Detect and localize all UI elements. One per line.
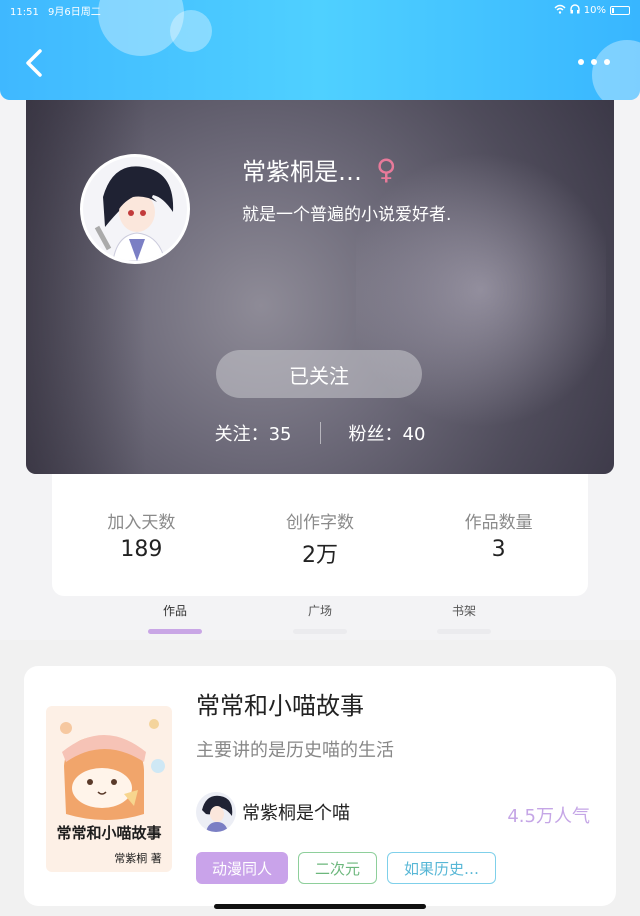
top-header: 11:51 9月6日周二 10% xyxy=(0,0,640,100)
chevron-left-icon xyxy=(26,49,42,77)
stats-card: 加入天数 189 创作字数 2万 作品数量 3 xyxy=(52,474,588,596)
battery-percent: 10% xyxy=(583,4,606,16)
dot-icon xyxy=(604,59,610,65)
book-cover[interactable]: 常常和小喵故事 常紫桐 著 xyxy=(46,706,172,872)
cover-signature-text: 常紫桐 著 xyxy=(114,851,162,865)
status-right: 10% xyxy=(554,3,630,17)
profile-name-row: 常紫桐是… ♀ xyxy=(242,152,397,187)
tab-indicator xyxy=(148,629,202,634)
following-label: 关注： xyxy=(214,424,269,445)
stat-label: 作品数量 xyxy=(464,513,533,533)
headphones-icon xyxy=(570,3,580,17)
stat-value: 3 xyxy=(491,537,506,562)
following-count: 35 xyxy=(268,424,292,445)
author-avatar xyxy=(196,792,236,832)
fans-stat[interactable]: 粉丝：40 xyxy=(349,420,426,446)
profile-name: 常紫桐是… xyxy=(242,158,362,186)
tab-indicator xyxy=(437,629,491,634)
book-author[interactable]: 常紫桐是个喵 xyxy=(196,792,350,832)
profile-bio: 就是一个普遍的小说爱好者. xyxy=(242,205,452,225)
fans-label: 粉丝： xyxy=(348,424,403,445)
status-time: 11:51 xyxy=(10,6,39,18)
follow-counts: 关注：35 粉丝：40 xyxy=(26,420,614,446)
stat-works-count: 作品数量 3 xyxy=(429,508,569,596)
cover-title-text: 常常和小喵故事 xyxy=(56,824,161,842)
tab-bar: 作品 广场 书架 xyxy=(0,600,640,640)
stat-value: 2万 xyxy=(301,543,338,568)
tab-indicator xyxy=(293,629,347,634)
stat-join-days: 加入天数 189 xyxy=(71,508,211,596)
author-name: 常紫桐是个喵 xyxy=(242,803,350,824)
book-card[interactable]: 常常和小喵故事 常紫桐 著 常常和小喵故事 主要讲的是历史喵的生活 常紫桐是个喵… xyxy=(24,666,616,906)
tab-label: 广场 xyxy=(307,604,332,618)
status-date: 9月6日周二 xyxy=(48,6,101,18)
battery-icon xyxy=(610,5,630,15)
status-left: 11:51 9月6日周二 xyxy=(10,3,101,18)
decor-bubble xyxy=(592,40,640,100)
tab-label: 书架 xyxy=(451,604,476,618)
wifi-icon xyxy=(554,4,566,17)
fans-count: 40 xyxy=(402,424,426,445)
status-bar: 11:51 9月6日周二 10% xyxy=(10,3,630,18)
stat-value: 189 xyxy=(120,537,163,562)
female-icon: ♀ xyxy=(376,153,397,186)
tag-list: 动漫同人 二次元 如果历史… xyxy=(196,852,497,884)
dot-icon xyxy=(591,59,597,65)
back-button[interactable] xyxy=(18,46,52,80)
home-indicator[interactable] xyxy=(214,904,426,909)
popularity-count: 4.5万人气 xyxy=(507,806,590,827)
tab-bookshelf[interactable]: 书架 xyxy=(424,602,504,634)
stat-word-count: 创作字数 2万 xyxy=(250,508,390,596)
avatar[interactable] xyxy=(80,154,190,264)
tag-chip[interactable]: 二次元 xyxy=(298,852,378,884)
tag-chip[interactable]: 动漫同人 xyxy=(196,852,289,884)
tab-works[interactable]: 作品 xyxy=(135,602,215,634)
tab-label: 作品 xyxy=(162,604,187,618)
profile-card: 常紫桐是… ♀ 就是一个普遍的小说爱好者. 已关注 关注：35 粉丝：40 xyxy=(26,100,614,474)
dot-icon xyxy=(578,59,584,65)
following-stat[interactable]: 关注：35 xyxy=(215,420,292,446)
tag-chip[interactable]: 如果历史… xyxy=(387,852,497,884)
book-title[interactable]: 常常和小喵故事 xyxy=(196,686,364,721)
divider xyxy=(319,422,321,444)
book-description: 主要讲的是历史喵的生活 xyxy=(196,740,394,761)
more-options-button[interactable] xyxy=(578,56,610,68)
follow-button[interactable]: 已关注 xyxy=(216,350,422,398)
stat-label: 创作字数 xyxy=(285,513,354,533)
tab-square[interactable]: 广场 xyxy=(280,602,360,634)
stat-label: 加入天数 xyxy=(107,513,176,533)
